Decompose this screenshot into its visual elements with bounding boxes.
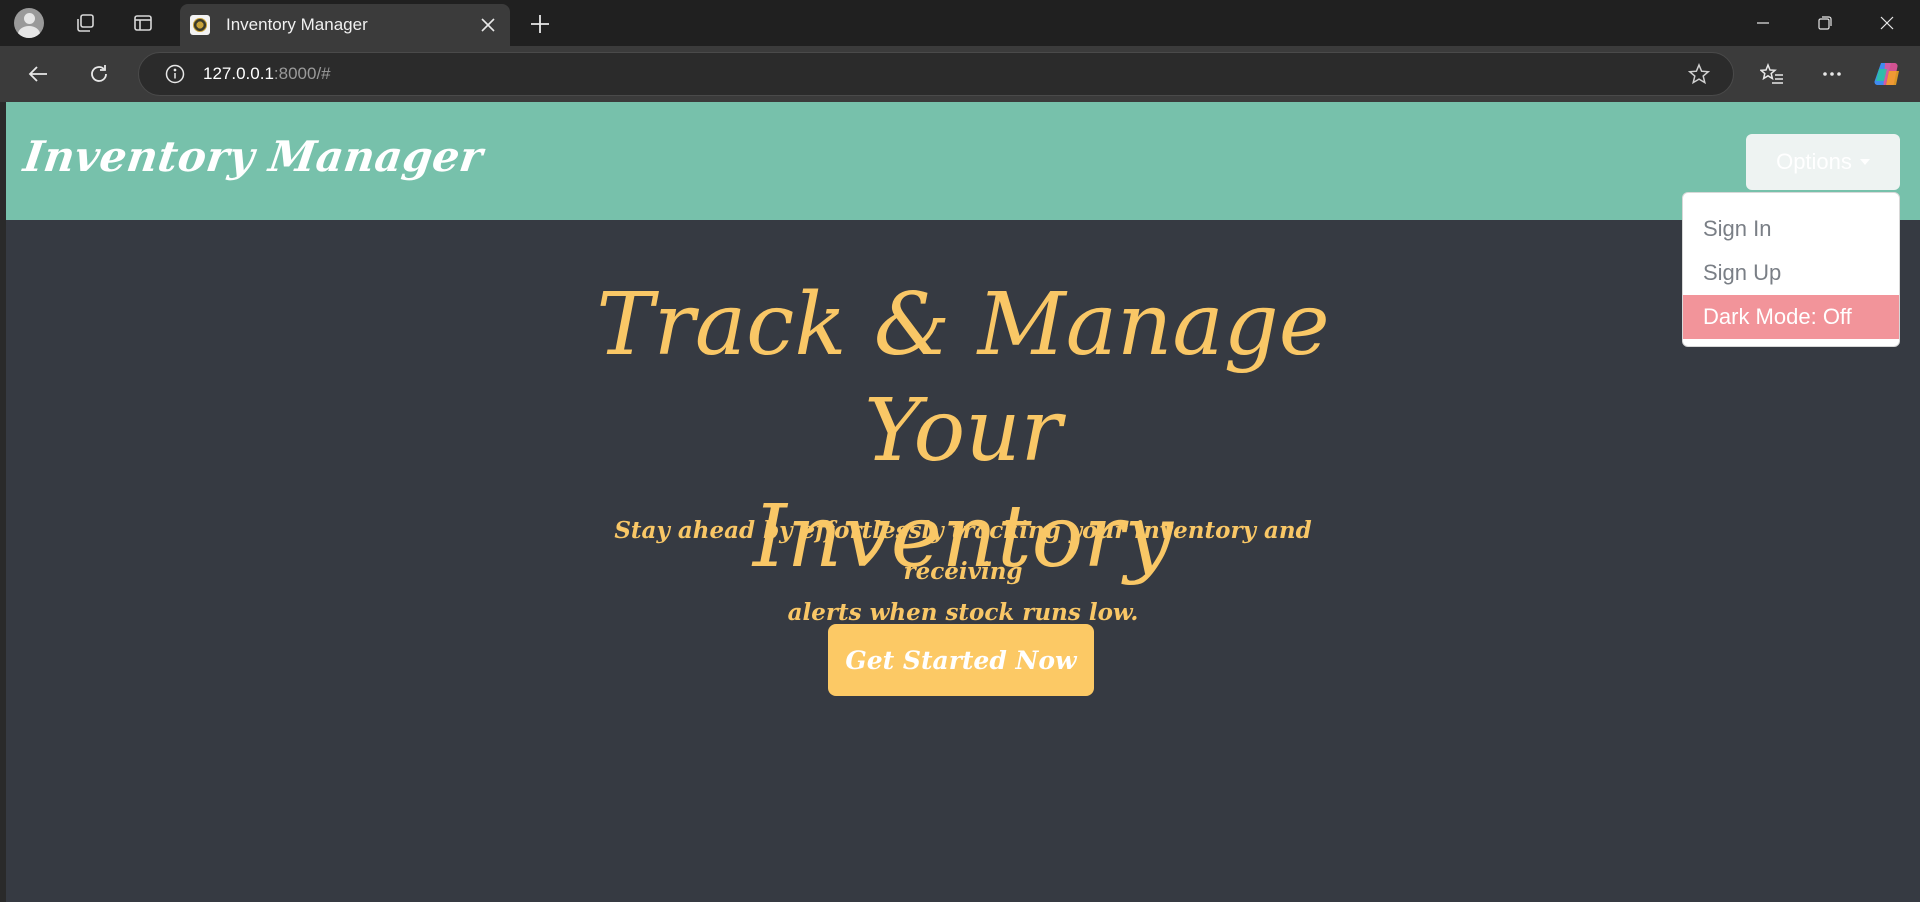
- brand-title[interactable]: Inventory Manager: [21, 132, 486, 181]
- browser-tab[interactable]: Inventory Manager: [180, 4, 510, 46]
- url-path: :8000/#: [273, 64, 331, 83]
- hero-subtitle-line-2: alerts when stock runs low.: [787, 599, 1139, 626]
- options-dropdown-button[interactable]: Options: [1746, 134, 1900, 190]
- tab-actions-icon[interactable]: [128, 8, 158, 38]
- favorite-star-icon[interactable]: [1685, 60, 1713, 88]
- site-navbar: Inventory Manager Options: [6, 102, 1920, 220]
- options-label: Options: [1776, 149, 1852, 174]
- restore-icon[interactable]: [1802, 4, 1848, 42]
- get-started-button[interactable]: Get Started Now: [828, 624, 1094, 696]
- tab-title: Inventory Manager: [226, 15, 368, 34]
- browser-titlebar: Inventory Manager: [0, 0, 1920, 46]
- close-tab-icon[interactable]: [474, 11, 502, 39]
- close-window-icon[interactable]: [1864, 4, 1910, 42]
- hero-subtitle-line-1: Stay ahead by effortlessly tracking your…: [614, 517, 1312, 585]
- profile-icon[interactable]: [14, 8, 44, 38]
- page-viewport: Inventory Manager Options Sign In Sign U…: [0, 102, 1920, 902]
- new-tab-plus-icon[interactable]: [524, 8, 556, 40]
- url-text[interactable]: 127.0.0.1:8000/#: [203, 64, 1685, 84]
- url-host: 127.0.0.1: [203, 64, 274, 83]
- caret-down-icon: [1859, 159, 1870, 165]
- hero-subtitle: Stay ahead by effortlessly tracking your…: [563, 510, 1363, 633]
- back-arrow-icon[interactable]: [22, 58, 54, 90]
- hero-title-line-1: Track & Manage Your: [596, 275, 1330, 481]
- minimize-icon[interactable]: [1740, 4, 1786, 42]
- favorites-list-icon[interactable]: [1756, 58, 1788, 90]
- site-favicon-icon: [190, 15, 210, 35]
- copilot-icon[interactable]: [1872, 58, 1904, 90]
- browser-toolbar: 127.0.0.1:8000/#: [0, 46, 1920, 102]
- reload-icon[interactable]: [83, 58, 115, 90]
- address-bar[interactable]: 127.0.0.1:8000/#: [138, 52, 1734, 96]
- more-menu-icon[interactable]: [1816, 58, 1848, 90]
- workspaces-icon[interactable]: [70, 8, 100, 38]
- site-info-icon[interactable]: [163, 62, 187, 86]
- hero-section: Track & Manage Your Inventory Stay ahead…: [6, 220, 1920, 902]
